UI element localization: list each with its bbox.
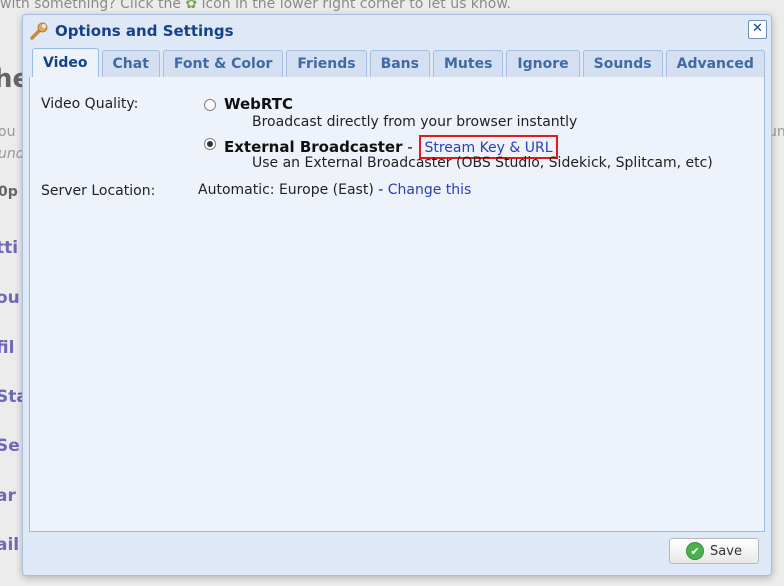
- external-broadcaster-title[interactable]: External Broadcaster: [224, 138, 403, 156]
- external-broadcaster-radio[interactable]: [204, 138, 216, 150]
- background-text: und: [0, 146, 25, 162]
- background-link[interactable]: Se: [0, 436, 20, 456]
- wrench-icon: [29, 21, 49, 41]
- save-button[interactable]: ✔ Save: [669, 538, 759, 564]
- dialog-footer: ✔ Save: [23, 531, 771, 575]
- background-link[interactable]: ail: [0, 535, 19, 555]
- save-label: Save: [710, 543, 742, 559]
- tab-bar: Video Chat Font & Color Friends Bans Mut…: [29, 47, 765, 78]
- tab-sounds[interactable]: Sounds: [582, 50, 663, 77]
- background-text: ou: [0, 124, 16, 140]
- tab-font-color[interactable]: Font & Color: [162, 50, 284, 77]
- background-link[interactable]: ar: [0, 486, 16, 506]
- video-quality-label: Video Quality:: [41, 96, 139, 112]
- stream-key-url-link[interactable]: Stream Key & URL: [424, 140, 552, 156]
- tab-mutes[interactable]: Mutes: [432, 50, 504, 77]
- background-link[interactable]: fil: [0, 338, 14, 358]
- tab-friends[interactable]: Friends: [286, 50, 367, 77]
- background-text: 0p: [0, 184, 18, 200]
- background-notice-before: with something? Click the: [0, 0, 181, 12]
- check-icon: ✔: [686, 542, 705, 560]
- bug-icon: ✿: [185, 0, 198, 12]
- change-server-link[interactable]: Change this: [388, 182, 472, 198]
- background-link[interactable]: tti: [0, 238, 18, 258]
- background-notice: with something? Click the ✿ icon in the …: [0, 0, 511, 12]
- tab-video[interactable]: Video: [32, 48, 99, 78]
- webrtc-option-title[interactable]: WebRTC: [224, 95, 293, 113]
- tab-advanced[interactable]: Advanced: [665, 50, 765, 77]
- options-dialog: Options and Settings ✕ Video Chat Font &…: [22, 14, 772, 576]
- external-broadcaster-description: Use an External Broadcaster (OBS Studio,…: [252, 155, 713, 171]
- server-location-value: Automatic: Europe (East) - Change this: [198, 182, 471, 198]
- background-link[interactable]: ou: [0, 288, 20, 308]
- webrtc-radio[interactable]: [204, 99, 216, 111]
- separator: -: [402, 138, 418, 156]
- tab-bans[interactable]: Bans: [369, 50, 430, 77]
- webrtc-description: Broadcast directly from your browser ins…: [252, 114, 578, 130]
- server-location-text: Automatic: Europe (East) -: [198, 182, 388, 198]
- video-panel: Video Quality: WebRTC Broadcast directly…: [29, 77, 765, 532]
- tab-ignore[interactable]: Ignore: [506, 50, 580, 77]
- background-notice-after: icon in the lower right corner to let us…: [201, 0, 511, 12]
- close-button[interactable]: ✕: [748, 20, 767, 39]
- dialog-titlebar[interactable]: Options and Settings ✕: [23, 15, 771, 47]
- server-location-label: Server Location:: [41, 183, 156, 199]
- tab-chat[interactable]: Chat: [101, 50, 160, 77]
- dialog-title: Options and Settings: [55, 22, 234, 40]
